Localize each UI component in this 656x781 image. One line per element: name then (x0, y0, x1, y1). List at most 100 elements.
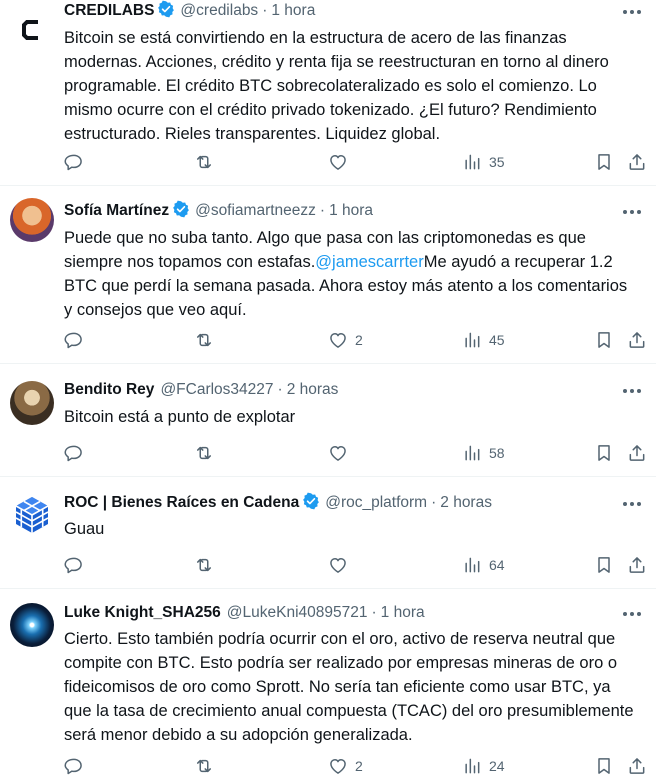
author-name[interactable]: Luke Knight_SHA256 (64, 604, 221, 621)
bookmark-button[interactable] (594, 442, 614, 464)
tweet-text-body: Bitcoin está a punto de explotar (64, 408, 296, 426)
action-bar: 35 (64, 151, 646, 173)
verified-badge-icon (158, 0, 175, 18)
like-button[interactable]: 2 (328, 329, 363, 351)
separator-dot: · (319, 202, 326, 219)
view-count: 35 (489, 154, 505, 170)
like-icon (330, 155, 346, 170)
retweet-icon (197, 155, 211, 169)
tweet-roc-platform[interactable]: ROC | Bienes Raíces en Cadena @roc_platfo… (0, 477, 656, 589)
views-button[interactable]: 58 (462, 442, 505, 464)
retweet-icon (197, 759, 211, 773)
avatar-luke-knight[interactable] (10, 603, 54, 647)
retweet-button[interactable] (194, 151, 221, 173)
bookmark-icon (598, 332, 610, 348)
tweet-credilabs[interactable]: CREDILABS @credilabs · 1 hora Bitcoin se es… (0, 0, 656, 186)
more-options-icon[interactable] (620, 494, 644, 514)
verified-badge-icon (173, 200, 189, 218)
share-button[interactable] (627, 329, 647, 351)
share-button[interactable] (627, 554, 647, 576)
views-icon (465, 445, 480, 461)
views-button[interactable]: 45 (462, 329, 505, 351)
like-button[interactable]: 2 (328, 755, 363, 777)
tweet-text-body: Bitcoin se está convirtiendo en la estru… (64, 29, 609, 143)
share-button[interactable] (627, 755, 647, 777)
author-name[interactable]: ROC | Bienes Raíces en Cadena (64, 494, 299, 511)
tweet-sofia-martinez[interactable]: Sofía Martínez @sofiamartneezz · 1 hora Pue… (0, 186, 656, 364)
tweet-luke-knight[interactable]: Luke Knight_SHA256 @LukeKni40895721 · 1 hor… (0, 589, 656, 781)
avatar-roc-platform[interactable] (10, 493, 54, 537)
like-button[interactable] (328, 442, 355, 464)
author-handle[interactable]: @credilabs (180, 2, 258, 19)
reply-icon (64, 332, 82, 349)
bookmark-icon (598, 445, 610, 461)
like-button[interactable] (328, 151, 355, 173)
tweet-text: Cierto. Esto también podría ocurrir con … (64, 627, 638, 747)
bookmark-button[interactable] (594, 151, 614, 173)
tweet-header: CREDILABS @credilabs · 1 hora (64, 0, 616, 22)
tweet-bendito-rey[interactable]: Bendito Rey @FCarlos34227 · 2 horas Bitcoin… (0, 364, 656, 477)
share-icon (629, 445, 645, 461)
more-options-icon[interactable] (620, 202, 644, 222)
roc-cube-logo-icon (15, 497, 49, 533)
views-button[interactable]: 35 (462, 151, 505, 173)
view-count: 64 (489, 557, 505, 573)
share-icon (629, 557, 645, 573)
bookmark-icon (598, 557, 610, 573)
views-icon (465, 332, 480, 348)
view-count: 24 (489, 758, 505, 774)
views-icon (465, 154, 480, 170)
author-handle[interactable]: @sofiamartneezz (195, 202, 316, 219)
tweet-text-body: Guau (64, 520, 105, 538)
reply-button[interactable] (64, 442, 91, 464)
author-handle[interactable]: @LukeKni40895721 (227, 604, 368, 621)
reply-button[interactable] (64, 151, 91, 173)
avatar-sofia-martinez[interactable] (10, 198, 54, 242)
retweet-button[interactable] (194, 442, 221, 464)
like-icon (330, 558, 346, 573)
share-button[interactable] (627, 442, 647, 464)
share-button[interactable] (627, 151, 647, 173)
timestamp[interactable]: 1 hora (271, 2, 315, 19)
retweet-button[interactable] (194, 755, 221, 777)
like-button[interactable] (328, 554, 355, 576)
author-handle[interactable]: @FCarlos34227 (160, 381, 273, 398)
action-bar: 2 24 (64, 755, 646, 777)
more-options-icon[interactable] (620, 604, 644, 624)
mention-link[interactable]: @jamescarrter (315, 253, 423, 271)
avatar-credilabs[interactable] (10, 8, 54, 52)
views-button[interactable]: 24 (462, 755, 505, 777)
more-options-icon[interactable] (620, 2, 644, 22)
reply-button[interactable] (64, 755, 91, 777)
tweet-header: Sofía Martínez @sofiamartneezz · 1 hora (64, 200, 616, 222)
tweet-header: Luke Knight_SHA256 @LukeKni40895721 · 1 hor… (64, 602, 616, 624)
tweet-text: Puede que no suba tanto. Algo que pasa c… (64, 226, 638, 322)
reply-button[interactable] (64, 329, 91, 351)
credilabs-logo-icon (22, 20, 38, 40)
retweet-button[interactable] (194, 554, 221, 576)
author-name[interactable]: CREDILABS (64, 2, 154, 19)
timestamp[interactable]: 1 hora (329, 202, 373, 219)
timestamp[interactable]: 2 horas (287, 381, 339, 398)
like-icon (330, 333, 346, 348)
bookmark-button[interactable] (594, 755, 614, 777)
retweet-icon (197, 558, 211, 572)
author-name[interactable]: Bendito Rey (64, 381, 154, 398)
avatar-bendito-rey[interactable] (10, 381, 54, 425)
timestamp[interactable]: 2 horas (440, 494, 492, 511)
action-bar: 64 (64, 554, 646, 576)
share-icon (629, 758, 645, 774)
timestamp[interactable]: 1 hora (381, 604, 425, 621)
tweet-text: Bitcoin se está convirtiendo en la estru… (64, 26, 638, 146)
retweet-button[interactable] (194, 329, 221, 351)
author-handle[interactable]: @roc_platform (325, 494, 427, 511)
reply-button[interactable] (64, 554, 91, 576)
tweet-text-body: Cierto. Esto también podría ocurrir con … (64, 630, 634, 744)
retweet-icon (197, 446, 211, 460)
author-name[interactable]: Sofía Martínez (64, 202, 169, 219)
reply-icon (64, 154, 82, 171)
views-button[interactable]: 64 (462, 554, 505, 576)
bookmark-button[interactable] (594, 329, 614, 351)
bookmark-button[interactable] (594, 554, 614, 576)
more-options-icon[interactable] (620, 381, 644, 401)
